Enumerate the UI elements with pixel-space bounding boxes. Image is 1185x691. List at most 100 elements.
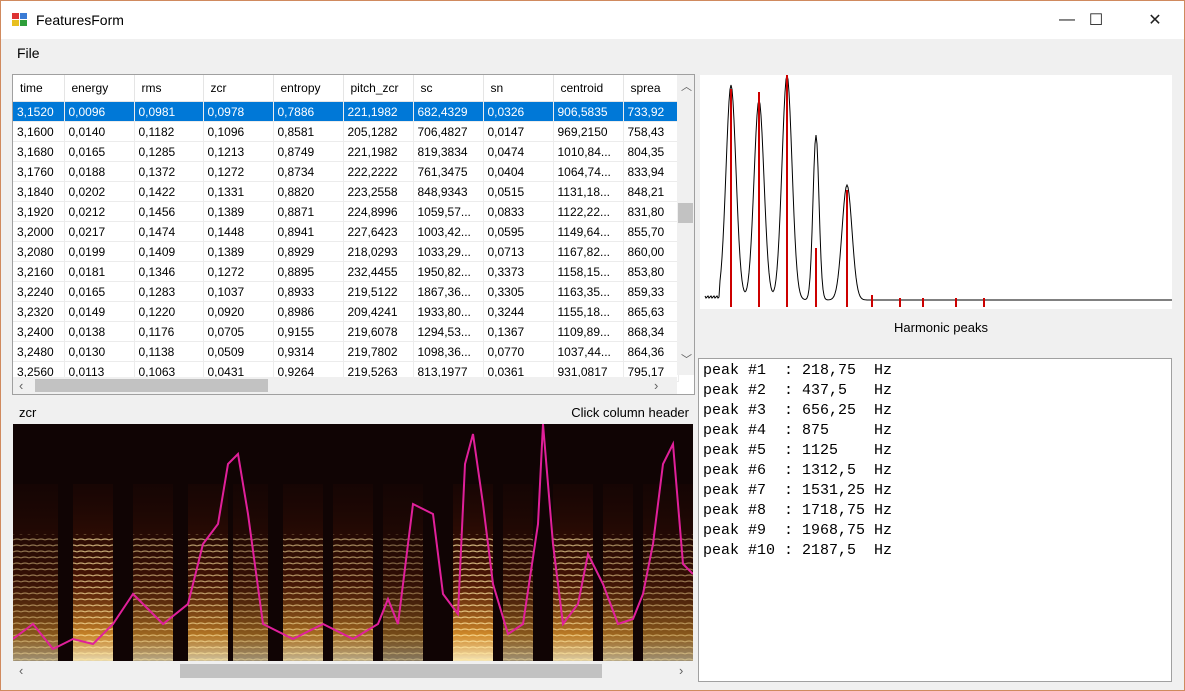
table-row[interactable]: 3,1680 0,0165 0,1285 0,1213 0,8749 221,1982 81… xyxy=(13,141,679,162)
table-row[interactable]: 3,2320 0,0149 0,1220 0,0920 0,8986 209,4241 19… xyxy=(13,301,679,322)
close-button[interactable]: ✕ xyxy=(1126,1,1184,39)
table-cell[interactable]: 0,0188 xyxy=(64,161,135,182)
table-cell[interactable]: 0,0770 xyxy=(483,341,554,362)
table-cell[interactable]: 1098,36... xyxy=(413,341,484,362)
table-cell[interactable]: 969,2150 xyxy=(553,121,624,142)
table-cell[interactable]: 1158,15... xyxy=(553,261,624,282)
table-cell[interactable]: 219,6078 xyxy=(343,321,414,342)
table-cell[interactable]: 0,8895 xyxy=(273,261,344,282)
table-cell[interactable]: 0,7886 xyxy=(273,101,344,122)
features-grid[interactable]: time energy rms zcr entropy pitch_zcr sc sn cent… xyxy=(12,74,695,395)
table-cell[interactable]: 1933,80... xyxy=(413,301,484,322)
table-cell[interactable]: 0,1389 xyxy=(203,201,274,222)
table-cell[interactable]: 1163,35... xyxy=(553,281,624,302)
table-cell[interactable]: 219,5122 xyxy=(343,281,414,302)
table-cell[interactable]: 0,1182 xyxy=(134,121,204,142)
table-cell[interactable]: 0,1285 xyxy=(134,141,204,162)
table-cell[interactable]: 222,2222 xyxy=(343,161,414,182)
table-cell[interactable]: 0,0326 xyxy=(483,101,554,122)
table-cell[interactable]: 3,2000 xyxy=(13,221,65,242)
table-cell[interactable]: 0,1283 xyxy=(134,281,204,302)
table-cell[interactable]: 221,1982 xyxy=(343,141,414,162)
table-row[interactable]: 3,2480 0,0130 0,1138 0,0509 0,9314 219,7802 10… xyxy=(13,341,679,362)
table-cell[interactable]: 0,1448 xyxy=(203,221,274,242)
table-cell[interactable]: 0,0140 xyxy=(64,121,135,142)
table-cell[interactable]: 0,8734 xyxy=(273,161,344,182)
table-row[interactable]: 3,2080 0,0199 0,1409 0,1389 0,8929 218,0293 10… xyxy=(13,241,679,262)
table-cell[interactable]: 3,1760 xyxy=(13,161,65,182)
grid-horizontal-scrollbar[interactable]: ‹ › xyxy=(13,377,677,394)
table-cell[interactable]: 0,1367 xyxy=(483,321,554,342)
table-cell[interactable]: 0,0217 xyxy=(64,221,135,242)
table-cell[interactable]: 1037,44... xyxy=(553,341,624,362)
table-cell[interactable]: 1033,29... xyxy=(413,241,484,262)
table-cell[interactable]: 0,0212 xyxy=(64,201,135,222)
table-cell[interactable]: 0,0165 xyxy=(64,141,135,162)
table-cell[interactable]: 0,3373 xyxy=(483,261,554,282)
spectro-scroll-left-icon[interactable]: ‹ xyxy=(19,663,23,678)
table-cell[interactable]: 1950,82... xyxy=(413,261,484,282)
scroll-right-icon[interactable]: › xyxy=(654,378,658,393)
table-cell[interactable]: 1003,42... xyxy=(413,221,484,242)
table-cell[interactable]: 1131,18... xyxy=(553,181,624,202)
maximize-button[interactable]: ☐ xyxy=(1067,1,1125,39)
scroll-up-icon[interactable]: ︿ xyxy=(681,78,692,94)
table-cell[interactable]: 224,8996 xyxy=(343,201,414,222)
column-header-pitch_zcr[interactable]: pitch_zcr xyxy=(343,75,414,102)
table-cell[interactable]: 0,8820 xyxy=(273,181,344,202)
table-cell[interactable]: 0,8749 xyxy=(273,141,344,162)
table-cell[interactable]: 3,2400 xyxy=(13,321,65,342)
table-cell[interactable]: 0,0138 xyxy=(64,321,135,342)
table-cell[interactable]: 0,1331 xyxy=(203,181,274,202)
table-cell[interactable]: 0,1138 xyxy=(134,341,204,362)
table-cell[interactable]: 0,0920 xyxy=(203,301,274,322)
table-cell[interactable]: 1059,57... xyxy=(413,201,484,222)
table-cell[interactable]: 0,0199 xyxy=(64,241,135,262)
table-cell[interactable]: 1294,53... xyxy=(413,321,484,342)
table-cell[interactable]: 209,4241 xyxy=(343,301,414,322)
table-cell[interactable]: 0,0149 xyxy=(64,301,135,322)
table-cell[interactable]: 1867,36... xyxy=(413,281,484,302)
table-row[interactable]: 3,1520 0,0096 0,0981 0,0978 0,7886 221,1982 68… xyxy=(13,101,679,122)
table-cell[interactable]: 0,1220 xyxy=(134,301,204,322)
table-cell[interactable]: 0,3305 xyxy=(483,281,554,302)
table-cell[interactable]: 706,4827 xyxy=(413,121,484,142)
table-cell[interactable]: 1109,89... xyxy=(553,321,624,342)
column-header-centroid[interactable]: centroid xyxy=(553,75,624,102)
scroll-left-icon[interactable]: ‹ xyxy=(19,378,23,393)
table-cell[interactable]: 733,92 xyxy=(623,101,679,122)
table-cell[interactable]: 0,1176 xyxy=(134,321,204,342)
table-row[interactable]: 3,1840 0,0202 0,1422 0,1331 0,8820 223,2558 84… xyxy=(13,181,679,202)
table-cell[interactable]: 0,0165 xyxy=(64,281,135,302)
column-header-sprea[interactable]: sprea xyxy=(623,75,679,102)
grid-vertical-scrollbar[interactable]: ︿ ﹀ xyxy=(677,75,694,375)
table-cell[interactable]: 3,2480 xyxy=(13,341,65,362)
table-cell[interactable]: 3,2080 xyxy=(13,241,65,262)
table-cell[interactable]: 804,35 xyxy=(623,141,679,162)
table-cell[interactable]: 0,0595 xyxy=(483,221,554,242)
peaks-textbox[interactable]: peak #1 : 218,75 Hz peak #2 : 437,5 Hz pea… xyxy=(698,358,1172,682)
table-cell[interactable]: 0,9314 xyxy=(273,341,344,362)
table-cell[interactable]: 1010,84... xyxy=(553,141,624,162)
table-row[interactable]: 3,1600 0,0140 0,1182 0,1096 0,8581 205,1282 70… xyxy=(13,121,679,142)
table-cell[interactable]: 0,8941 xyxy=(273,221,344,242)
spectrogram-horizontal-scrollbar[interactable]: ‹ › xyxy=(13,661,693,680)
table-cell[interactable]: 761,3475 xyxy=(413,161,484,182)
table-cell[interactable]: 0,0147 xyxy=(483,121,554,142)
table-cell[interactable]: 853,80 xyxy=(623,261,679,282)
table-cell[interactable]: 205,1282 xyxy=(343,121,414,142)
table-cell[interactable]: 0,1389 xyxy=(203,241,274,262)
table-cell[interactable]: 1167,82... xyxy=(553,241,624,262)
table-cell[interactable]: 855,70 xyxy=(623,221,679,242)
table-row[interactable]: 3,1920 0,0212 0,1456 0,1389 0,8871 224,8996 10… xyxy=(13,201,679,222)
table-cell[interactable]: 868,34 xyxy=(623,321,679,342)
table-cell[interactable]: 218,0293 xyxy=(343,241,414,262)
table-cell[interactable]: 0,1372 xyxy=(134,161,204,182)
table-cell[interactable]: 0,3244 xyxy=(483,301,554,322)
column-header-entropy[interactable]: entropy xyxy=(273,75,344,102)
table-cell[interactable]: 0,0978 xyxy=(203,101,274,122)
table-cell[interactable]: 819,3834 xyxy=(413,141,484,162)
table-cell[interactable]: 0,1213 xyxy=(203,141,274,162)
spectro-scroll-right-icon[interactable]: › xyxy=(679,663,683,678)
table-cell[interactable]: 3,2320 xyxy=(13,301,65,322)
